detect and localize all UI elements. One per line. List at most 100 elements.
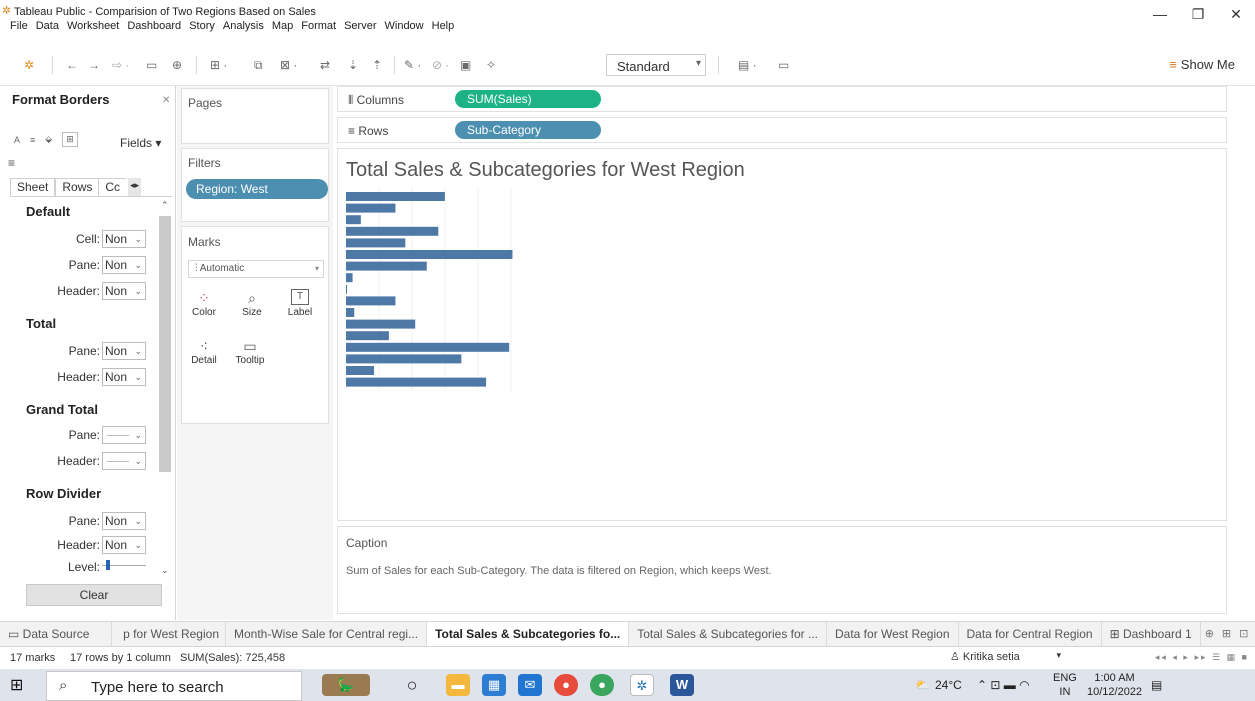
new-datasource-icon[interactable]: ⊕ [172, 58, 182, 72]
fields-dropdown[interactable]: Fields ▾ [120, 136, 161, 150]
detail-button[interactable]: ⁖ Detail [186, 337, 222, 366]
cell-border-dropdown[interactable]: Non ⌄ [102, 230, 146, 248]
alignment-icon[interactable]: ≡ [30, 135, 35, 145]
bar-mark[interactable] [346, 226, 439, 236]
menu-server[interactable]: Server [344, 20, 376, 36]
save-icon[interactable]: ▭ [146, 58, 157, 72]
pane-menu-icon[interactable]: ≡ [8, 156, 15, 170]
redo-icon[interactable]: → [88, 58, 100, 72]
menu-format[interactable]: Format [301, 20, 336, 36]
microsoft-store-icon[interactable]: ▦ [482, 674, 506, 696]
tab-total-sales-west[interactable]: Total Sales & Subcategories fo... [427, 622, 630, 646]
sum-sales-pill[interactable]: SUM(Sales) [455, 90, 601, 108]
tab-scroll-arrows[interactable]: ◂▸ [128, 178, 142, 196]
bar-mark[interactable] [346, 203, 396, 213]
tab-dashboard-1[interactable]: ⊞ Dashboard 1 [1102, 622, 1201, 646]
menu-file[interactable]: File [10, 20, 28, 36]
rows-shelf[interactable]: ≡ Rows Sub-Category [337, 117, 1227, 143]
grand-total-header-dropdown[interactable]: ⌄ [102, 452, 146, 470]
pin-icon[interactable]: ✧ [486, 58, 496, 72]
mail-icon[interactable]: ✉ [518, 674, 542, 696]
menu-window[interactable]: Window [385, 20, 424, 36]
level-slider[interactable] [102, 560, 146, 570]
bar-mark[interactable] [346, 354, 462, 364]
taskbar-search[interactable]: ⌕ Type here to search [46, 671, 302, 701]
tab-data-central[interactable]: Data for Central Region [959, 622, 1102, 646]
slider-knob[interactable] [106, 560, 110, 570]
swap-icon[interactable]: ⇄ [320, 58, 330, 72]
bar-mark[interactable] [346, 331, 389, 341]
color-button[interactable]: ⁘ Color [186, 289, 222, 318]
mark-type-dropdown[interactable]: ⫶ Automatic ▾ [188, 260, 324, 278]
duplicate-icon[interactable]: ⧉ [254, 58, 263, 73]
total-header-dropdown[interactable]: Non ⌄ [102, 368, 146, 386]
pages-card[interactable]: Pages [181, 88, 329, 144]
tab-total-sales-central[interactable]: Total Sales & Subcategories for ... [629, 622, 827, 646]
close-icon[interactable]: ✕ [162, 95, 170, 106]
undo-icon[interactable]: ← [66, 58, 78, 72]
region-filter-pill[interactable]: Region: West [186, 179, 328, 199]
bar-mark[interactable] [346, 284, 347, 294]
close-window-button[interactable]: ✕ [1217, 0, 1255, 28]
new-story-tab-icon[interactable]: ⊡ [1235, 622, 1252, 646]
pane-border-dropdown[interactable]: Non ⌄ [102, 256, 146, 274]
tab-rows[interactable]: Rows [55, 178, 100, 196]
bar-mark[interactable] [346, 215, 361, 225]
menu-worksheet[interactable]: Worksheet [67, 20, 119, 36]
clear-button[interactable]: Clear [26, 584, 162, 606]
bar-mark[interactable] [346, 296, 396, 306]
tableau-taskbar-icon[interactable]: ✲ [630, 674, 654, 696]
total-pane-dropdown[interactable]: Non ⌄ [102, 342, 146, 360]
language-indicator[interactable]: ENG IN [1053, 671, 1077, 699]
shading-icon[interactable]: ⬙ [45, 134, 52, 145]
menu-analysis[interactable]: Analysis [223, 20, 264, 36]
bar-mark[interactable] [346, 238, 406, 248]
font-icon[interactable]: A [14, 135, 20, 145]
scroll-down-icon[interactable]: ⌄ [161, 565, 169, 576]
menu-map[interactable]: Map [272, 20, 293, 36]
new-worksheet-tab-icon[interactable]: ⊕ [1201, 622, 1218, 646]
header-border-dropdown[interactable]: Non ⌄ [102, 282, 146, 300]
tab-data-west[interactable]: Data for West Region [827, 622, 959, 646]
tab-month-wise-central[interactable]: Month-Wise Sale for Central regi... [226, 622, 428, 646]
bar-mark[interactable] [346, 308, 355, 317]
menu-data[interactable]: Data [36, 20, 59, 36]
bar-mark[interactable] [346, 366, 375, 375]
highlight-icon[interactable]: ✎ · [404, 58, 421, 72]
columns-shelf[interactable]: ⦀ Columns SUM(Sales) [337, 86, 1227, 112]
tray-icons[interactable]: ⌃ ⊡ ▬ ◠ [977, 678, 1030, 692]
size-button[interactable]: ⌕ Size [234, 289, 270, 318]
menu-dashboard[interactable]: Dashboard [127, 20, 181, 36]
tab-sheet[interactable]: Sheet [10, 178, 56, 196]
replay-icon[interactable]: ⇨ · [112, 58, 129, 72]
scroll-up-icon[interactable]: ⌃ [161, 200, 169, 211]
bar-mark[interactable] [346, 342, 510, 352]
sort-descending-icon[interactable]: ⇡ [372, 58, 382, 72]
chrome-profile-icon[interactable]: ● [590, 674, 614, 696]
chrome-icon[interactable]: ● [554, 674, 578, 696]
bar-mark[interactable] [346, 273, 353, 283]
sub-category-pill[interactable]: Sub-Category [455, 121, 601, 139]
presentation-mode-icon[interactable]: ▭ [778, 58, 789, 72]
tab-columns[interactable]: Cc [99, 178, 127, 196]
label-button[interactable]: T Label [282, 289, 318, 318]
bar-mark[interactable] [346, 319, 416, 329]
row-divider-header-dropdown[interactable]: Non ⌄ [102, 536, 146, 554]
show-cards-icon[interactable]: ▤ · [738, 58, 757, 72]
tooltip-button[interactable]: ▭ Tooltip [232, 337, 268, 366]
grand-total-pane-dropdown[interactable]: ⌄ [102, 426, 146, 444]
row-divider-pane-dropdown[interactable]: Non ⌄ [102, 512, 146, 530]
weather-icon[interactable]: ⛅ [915, 678, 930, 692]
tab-data-source[interactable]: ▭ Data Source [0, 622, 112, 646]
task-view-icon[interactable]: ○ [400, 674, 424, 696]
bar-mark[interactable] [346, 250, 513, 259]
clock[interactable]: 1:00 AM 10/12/2022 [1087, 671, 1142, 699]
bar-mark[interactable] [346, 377, 487, 387]
dinosaur-widget-icon[interactable]: 🦕 [322, 674, 370, 696]
scrollbar-thumb[interactable] [159, 216, 171, 472]
menu-story[interactable]: Story [189, 20, 215, 36]
tableau-home-icon[interactable]: ✲ [24, 58, 34, 72]
new-dashboard-tab-icon[interactable]: ⊞ [1218, 622, 1235, 646]
show-labels-icon[interactable]: ▣ [460, 58, 471, 72]
tab-sheet-map-west[interactable]: p for West Region [112, 622, 226, 646]
